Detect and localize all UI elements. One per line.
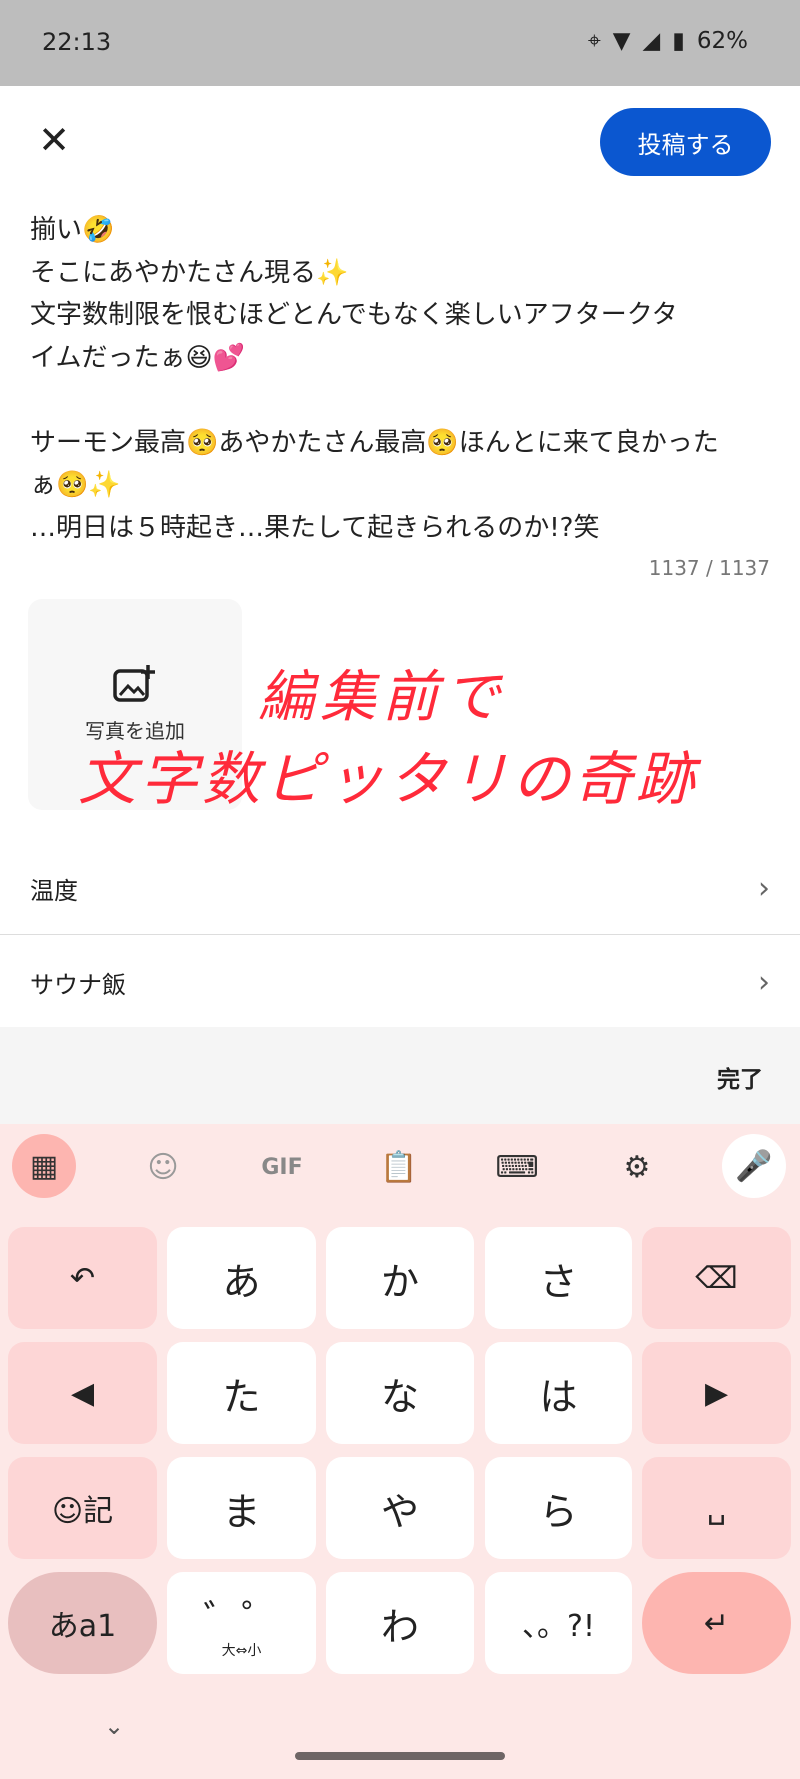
keyboard-icon[interactable]: ⌨ <box>490 1140 544 1194</box>
na-key[interactable]: な <box>326 1342 474 1444</box>
key-label: 、。?! <box>522 1609 595 1644</box>
row-label: サウナ飯 <box>30 970 126 999</box>
right-arrow-key[interactable]: ▶ <box>642 1342 791 1444</box>
post-button[interactable]: 投稿する <box>600 108 771 176</box>
row-label: 温度 <box>30 876 78 905</box>
key-label: ゛゜ <box>203 1596 280 1641</box>
hide-keyboard-icon[interactable]: ⌄ <box>104 1712 124 1740</box>
close-icon[interactable]: ✕ <box>34 120 74 160</box>
key-label: か <box>380 1259 419 1304</box>
sa-key[interactable]: さ <box>485 1227 632 1329</box>
key-label: さ <box>539 1259 578 1304</box>
post-text-area[interactable]: 揃い🤣 そこにあやかたさん現る✨ 文字数制限を恨むほどとんでもなく楽しいアフター… <box>30 188 775 549</box>
key-label: ま <box>222 1489 261 1534</box>
key-label: ␣ <box>706 1490 727 1526</box>
punctuation-key[interactable]: 、。?! <box>485 1572 632 1674</box>
text-line: 文字数制限を恨むほどとんでもなく楽しいアフタークタ <box>30 300 678 330</box>
text-line: イムだったぁ😆💕 <box>30 342 245 373</box>
battery-level: 62% <box>696 28 748 54</box>
key-label: な <box>380 1374 419 1419</box>
input-mode-key[interactable]: あa1 <box>8 1572 157 1674</box>
status-icons: ⌖ ▼ ◢ ▮ 62% <box>588 28 748 54</box>
divider <box>0 934 800 935</box>
gif-button[interactable]: GIF <box>252 1140 312 1194</box>
row-temperature[interactable]: 温度 › <box>0 842 800 934</box>
a-key[interactable]: あ <box>167 1227 316 1329</box>
enter-key[interactable]: ↵ <box>642 1572 791 1674</box>
key-label: あ <box>222 1259 261 1304</box>
dakuten-key[interactable]: ゛゜ 大⇔小 <box>167 1572 316 1674</box>
key-label: ▶ <box>704 1375 729 1411</box>
handwritten-annotation: 文字数ピッタリの奇跡 <box>78 745 699 813</box>
wa-key[interactable]: わ <box>326 1572 474 1674</box>
ka-key[interactable]: か <box>326 1227 474 1329</box>
text-line <box>30 379 775 422</box>
row-sauna-meal[interactable]: サウナ飯 › <box>0 936 800 1028</box>
ra-key[interactable]: ら <box>485 1457 632 1559</box>
key-label: ↶ <box>69 1260 96 1296</box>
char-counter: 1137 / 1137 <box>648 556 770 580</box>
key-label: た <box>222 1374 261 1419</box>
key-label: ◀ <box>70 1375 95 1411</box>
key-label: や <box>380 1489 419 1534</box>
emoji-symbol-key[interactable]: ☺記 <box>8 1457 157 1559</box>
key-label: ⌫ <box>695 1260 738 1296</box>
key-label: は <box>539 1374 578 1419</box>
key-label: わ <box>380 1604 419 1649</box>
ha-key[interactable]: は <box>485 1342 632 1444</box>
text-line: 揃い🤣 <box>30 215 115 245</box>
home-bar[interactable] <box>295 1752 505 1760</box>
backspace-key[interactable]: ⌫ <box>642 1227 791 1329</box>
text-line: …明日は５時起き…果たして起きられるのか!?笑 <box>30 512 600 543</box>
location-icon: ⌖ <box>587 28 601 54</box>
battery-icon: ▮ <box>672 28 685 54</box>
keyboard <box>0 1124 800 1779</box>
text-line: そこにあやかたさん現る✨ <box>30 257 349 288</box>
key-label: ↵ <box>703 1605 730 1641</box>
ya-key[interactable]: や <box>326 1457 474 1559</box>
chevron-right-icon: › <box>758 870 770 906</box>
ta-key[interactable]: た <box>167 1342 316 1444</box>
handwritten-annotation: 編集前で <box>258 665 506 730</box>
undo-key[interactable]: ↶ <box>8 1227 157 1329</box>
key-label: ら <box>539 1489 578 1534</box>
settings-icon[interactable]: ⚙ <box>610 1140 664 1194</box>
keyboard-accessory-bar <box>0 1027 800 1124</box>
key-sublabel: 大⇔小 <box>221 1642 262 1659</box>
add-photo-icon <box>113 665 155 702</box>
wifi-icon: ▼ <box>612 28 631 54</box>
text-line: ぁ🥺✨ <box>30 470 121 500</box>
clipboard-icon[interactable]: 📋 <box>372 1140 426 1194</box>
ma-key[interactable]: ま <box>167 1457 316 1559</box>
sticker-icon[interactable]: ☺ <box>136 1140 190 1194</box>
key-label: あa1 <box>48 1609 117 1644</box>
mic-icon[interactable]: 🎤 <box>722 1134 786 1198</box>
status-time: 22:13 <box>42 28 112 56</box>
signal-icon: ◢ <box>642 28 661 54</box>
space-key[interactable]: ␣ <box>642 1457 791 1559</box>
chevron-right-icon: › <box>758 964 770 1000</box>
apps-icon[interactable]: ▦ <box>12 1134 76 1198</box>
left-arrow-key[interactable]: ◀ <box>8 1342 157 1444</box>
text-line: サーモン最高🥺あやかたさん最高🥺ほんとに来て良かった <box>30 427 719 458</box>
done-button[interactable]: 完了 <box>717 1060 763 1094</box>
key-label: ☺記 <box>51 1494 114 1529</box>
